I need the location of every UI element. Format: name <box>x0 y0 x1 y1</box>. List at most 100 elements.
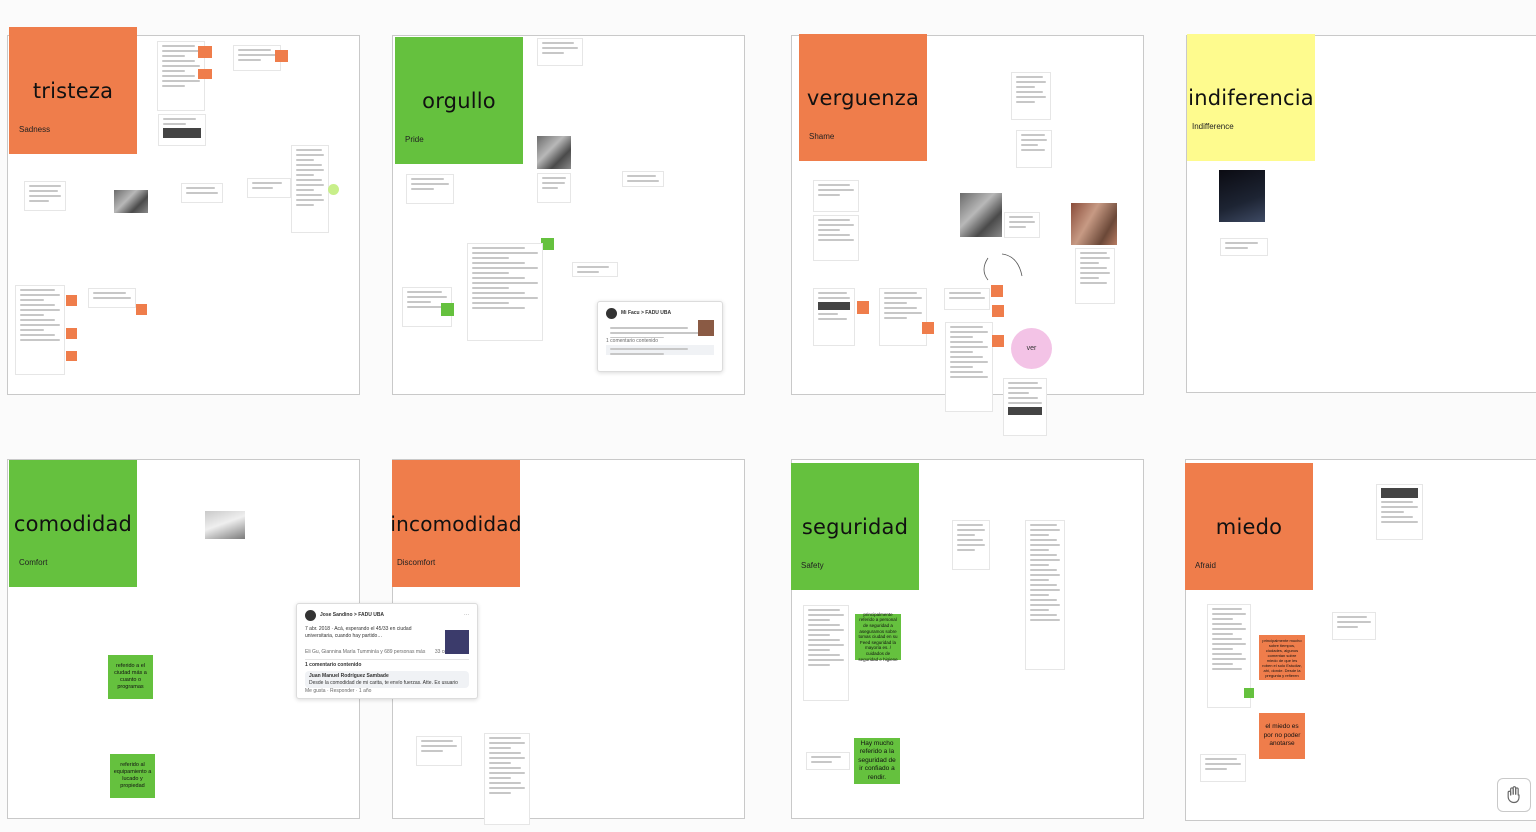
hand-tool-button[interactable] <box>1497 778 1531 812</box>
post-screenshot[interactable] <box>1004 212 1040 238</box>
sticky-title: orgullo <box>422 88 496 113</box>
post-screenshot[interactable] <box>622 171 664 187</box>
annotation-circle-ver[interactable]: ver <box>1011 328 1052 369</box>
post-screenshot[interactable] <box>537 173 571 203</box>
sticky-comodidad[interactable]: comodidad Comfort <box>9 460 137 587</box>
mini-note[interactable] <box>66 351 77 361</box>
post-screenshot[interactable] <box>233 45 281 71</box>
sticky-title: tristeza <box>32 78 114 103</box>
sticky-subtitle: Comfort <box>19 558 48 567</box>
sticky-title: indiferencia <box>1188 85 1314 110</box>
seguridad-note-1[interactable]: principalmente referido a personal de se… <box>855 611 901 662</box>
avatar <box>606 308 617 319</box>
post-photo[interactable] <box>114 190 148 213</box>
post-screenshot[interactable] <box>944 288 990 310</box>
connector-path <box>1001 253 1023 277</box>
note-text: el miedo es por no poder anotarse <box>1263 723 1301 748</box>
facebook-post-orgullo[interactable]: Mi Facu > FADU UBA 1 comentario contenid… <box>597 301 723 372</box>
sticky-title: comodidad <box>13 511 133 536</box>
post-screenshot[interactable] <box>1016 130 1052 168</box>
post-screenshot[interactable] <box>15 285 65 375</box>
post-screenshot[interactable] <box>291 145 329 233</box>
sticky-miedo[interactable]: miedo Afraid <box>1185 463 1313 590</box>
sticky-title: verguenza <box>806 85 920 110</box>
facebook-post-incomodidad[interactable]: Jose Sandino > FADU UBA ··· 7 abr. 2018 … <box>296 603 478 699</box>
sticky-subtitle: Afraid <box>1195 561 1216 570</box>
post-screenshot[interactable] <box>484 733 530 825</box>
post-screenshot[interactable] <box>247 178 291 198</box>
post-thumbnail <box>698 320 714 336</box>
post-screenshot[interactable] <box>945 322 993 412</box>
post-screenshot[interactable] <box>879 288 927 346</box>
post-photo[interactable] <box>205 511 245 539</box>
post-screenshot[interactable] <box>806 752 850 770</box>
post-screenshot[interactable] <box>1200 754 1246 782</box>
comodidad-note-1[interactable]: referido a el ciudad más a cuanto o prog… <box>108 655 153 699</box>
sticky-title: seguridad <box>801 514 909 539</box>
seguridad-note-2[interactable]: Hay mucho referido a la seguridad de ir … <box>854 738 900 784</box>
mini-note[interactable] <box>275 50 288 62</box>
comments-header: 1 comentario contenido <box>305 658 469 669</box>
post-photo[interactable] <box>960 193 1002 237</box>
post-screenshot[interactable] <box>1011 72 1051 120</box>
comodidad-note-2[interactable]: referido al equipamiento a lucado y prop… <box>110 754 155 798</box>
post-screenshot[interactable] <box>158 114 206 146</box>
mini-note[interactable] <box>136 304 147 315</box>
comment-text: Desde la comodidad de mi carita, te enví… <box>309 679 458 686</box>
miedo-note-1[interactable]: principalmente mucho sobre tiempos, ciud… <box>1259 635 1305 680</box>
post-photo[interactable] <box>1219 170 1265 222</box>
post-screenshot[interactable] <box>813 215 859 261</box>
more-icon[interactable]: ··· <box>464 612 469 619</box>
mini-note[interactable] <box>198 46 212 58</box>
avatar <box>305 610 316 621</box>
sticky-seguridad[interactable]: seguridad Safety <box>791 463 919 590</box>
post-screenshot[interactable] <box>572 262 618 277</box>
mini-note[interactable] <box>922 322 934 334</box>
post-screenshot[interactable] <box>467 243 543 341</box>
post-photo[interactable] <box>537 136 571 169</box>
post-screenshot[interactable] <box>1075 248 1115 304</box>
sticky-subtitle: Sadness <box>19 125 51 134</box>
post-screenshot[interactable] <box>406 174 454 204</box>
post-screenshot[interactable] <box>1025 520 1065 670</box>
mini-note[interactable] <box>66 295 77 306</box>
note-text: referido al equipamiento a lucado y prop… <box>113 762 152 789</box>
comment-actions[interactable]: Me gusta · Responder · 1 año <box>305 688 469 695</box>
post-screenshot[interactable] <box>1332 612 1376 640</box>
miedo-note-2[interactable]: el miedo es por no poder anotarse <box>1259 713 1305 759</box>
post-screenshot[interactable] <box>803 605 849 701</box>
mini-note[interactable] <box>992 335 1004 347</box>
sticky-incomodidad[interactable]: incomodidad Discomfort <box>390 460 521 587</box>
post-screenshot[interactable] <box>813 288 855 346</box>
post-screenshot[interactable] <box>813 180 859 212</box>
mini-note[interactable] <box>66 328 77 339</box>
post-photo[interactable] <box>1071 203 1117 245</box>
connector-path <box>983 257 989 281</box>
post-screenshot[interactable] <box>537 38 583 66</box>
hand-icon <box>1507 786 1520 804</box>
sticky-verguenza[interactable]: verguenza Shame <box>799 34 927 161</box>
sticky-orgullo[interactable]: orgullo Pride <box>395 37 523 164</box>
post-screenshot[interactable] <box>1220 238 1268 256</box>
post-thumbnail <box>445 630 469 654</box>
post-screenshot[interactable] <box>416 736 462 766</box>
mini-note[interactable] <box>857 301 869 314</box>
mini-note[interactable] <box>992 305 1004 317</box>
note-text: principalmente referido a personal de se… <box>858 611 898 662</box>
mini-note[interactable] <box>1244 688 1254 698</box>
sticky-indiferencia[interactable]: indiferencia Indifference <box>1187 34 1315 161</box>
post-screenshot[interactable] <box>88 288 136 308</box>
post-screenshot[interactable] <box>181 183 223 203</box>
post-screenshot[interactable] <box>1376 484 1423 540</box>
post-screenshot[interactable] <box>1003 378 1047 436</box>
post-date: 7 abr. 2018 <box>305 626 331 632</box>
annotation-dot[interactable] <box>328 184 339 195</box>
post-screenshot[interactable] <box>952 520 990 570</box>
mini-note[interactable] <box>441 303 454 316</box>
sticky-subtitle: Indifference <box>1192 122 1234 131</box>
sticky-title: miedo <box>1215 514 1283 539</box>
sticky-tristeza[interactable]: tristeza Sadness <box>9 27 137 154</box>
post-screenshot[interactable] <box>24 181 66 211</box>
comment: Juan Manuel Rodríguez Sambade Desde la c… <box>305 671 469 688</box>
mini-note[interactable] <box>198 69 212 79</box>
